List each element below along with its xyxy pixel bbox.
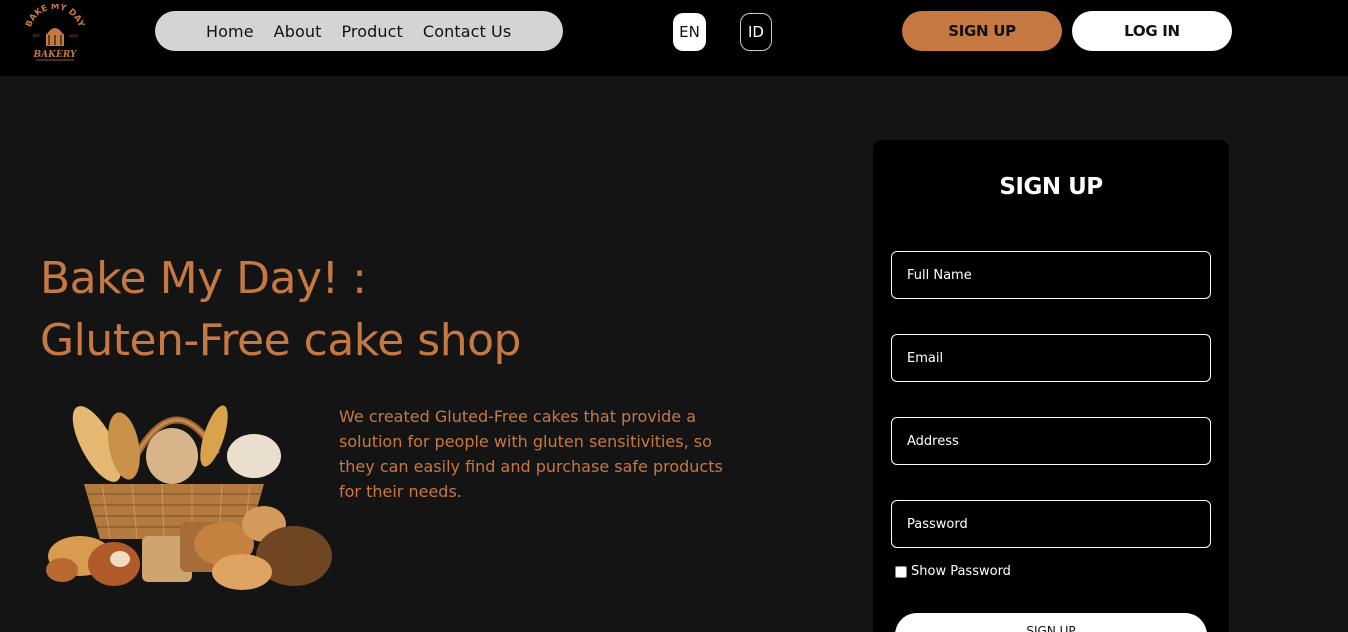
- nav-product-link[interactable]: Product: [341, 22, 402, 41]
- password-input[interactable]: [891, 500, 1211, 548]
- nav-about-link[interactable]: About: [274, 22, 322, 41]
- svg-text:BAKE MY DAY: BAKE MY DAY: [24, 4, 86, 29]
- nav-home-link[interactable]: Home: [206, 22, 254, 41]
- hero-description: We created Gluted-Free cakes that provid…: [339, 407, 723, 501]
- svg-text:EST: EST: [33, 34, 40, 38]
- language-en-button[interactable]: EN: [673, 13, 706, 51]
- main-nav: Home About Product Contact Us: [155, 11, 563, 51]
- show-password-label: Show Password: [911, 564, 1011, 579]
- svg-text:2024: 2024: [69, 34, 79, 38]
- nav-contact-link[interactable]: Contact Us: [423, 22, 511, 41]
- show-password-toggle[interactable]: Show Password: [895, 564, 1011, 579]
- email-input[interactable]: [891, 334, 1211, 382]
- show-password-checkbox[interactable]: [895, 565, 907, 578]
- hero-title-line2: Gluten-Free cake shop: [40, 315, 521, 366]
- address-input[interactable]: [891, 417, 1211, 465]
- header-login-button[interactable]: LOG IN: [1072, 11, 1232, 51]
- bread-basket-image: [46, 405, 332, 590]
- header-signup-button[interactable]: SIGN UP: [902, 11, 1062, 51]
- hero-title: Bake My Day! : Gluten-Free cake shop: [40, 248, 521, 372]
- hero-title-line1: Bake My Day! :: [40, 253, 367, 304]
- signup-form-card: SIGN UP Show Password SIGN UP: [873, 140, 1229, 632]
- form-title: SIGN UP: [999, 174, 1103, 200]
- language-id-button[interactable]: ID: [740, 13, 772, 51]
- top-navigation-bar: BAKE MY DAY EST 2024 BAKERY Home About P…: [0, 0, 1348, 76]
- full-name-input[interactable]: [891, 251, 1211, 299]
- bakery-logo[interactable]: BAKE MY DAY EST 2024 BAKERY: [22, 4, 88, 66]
- svg-text:BAKERY: BAKERY: [33, 50, 78, 60]
- signup-submit-button[interactable]: SIGN UP: [895, 613, 1207, 632]
